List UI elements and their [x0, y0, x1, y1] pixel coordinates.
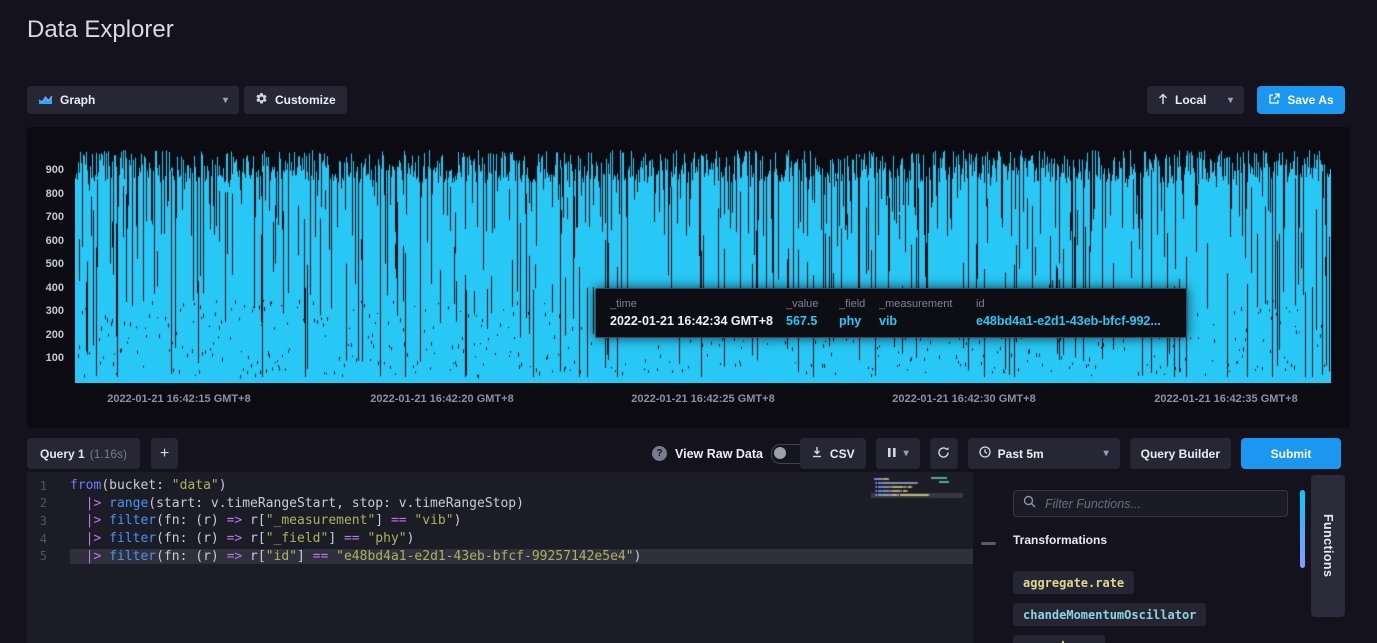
chevron-down-icon: ▾ [1104, 448, 1109, 459]
save-as-label: Save As [1287, 93, 1333, 107]
customize-label: Customize [275, 93, 336, 107]
line-number: 2 [27, 496, 70, 510]
time-range-label: Past 5m [998, 447, 1044, 461]
customize-button[interactable]: Customize [244, 86, 347, 114]
query-duration: (1.16s) [90, 447, 127, 461]
x-tick-label: 2022-01-21 16:42:25 GMT+8 [631, 393, 774, 405]
page-title: Data Explorer [27, 16, 174, 44]
data-explorer-page: Data Explorer Graph ▾ Customize Local ▾ [0, 0, 1377, 643]
gear-icon [255, 92, 268, 108]
x-axis: 2022-01-21 16:42:15 GMT+8 2022-01-21 16:4… [27, 127, 1350, 428]
graph-icon [38, 93, 53, 108]
x-tick-label: 2022-01-21 16:42:30 GMT+8 [892, 393, 1035, 405]
visualization-type-dropdown[interactable]: Graph ▾ [27, 86, 239, 114]
csv-label: CSV [830, 447, 855, 461]
functions-scrollbar[interactable] [1300, 490, 1305, 568]
arrow-up-icon [1158, 93, 1168, 108]
function-item[interactable]: chandeMomentumOscillator [1013, 603, 1206, 626]
x-tick-label: 2022-01-21 16:42:35 GMT+8 [1154, 393, 1297, 405]
submit-label: Submit [1271, 447, 1312, 461]
line-number: 5 [27, 549, 70, 563]
download-icon [811, 446, 823, 461]
clock-icon [979, 446, 991, 461]
editor-minimap[interactable] [871, 474, 963, 634]
function-search-input[interactable] [1043, 496, 1278, 512]
query-controls: CSV ▾ Past 5m ▾ Query Bui [800, 438, 1341, 469]
tooltip-column: _measurementvib [879, 298, 976, 328]
tooltip-column: id e48bd4a1-e2d1-43eb-bfcf-992... [976, 298, 1162, 328]
line-number: 1 [27, 479, 70, 493]
function-item[interactable]: covariance [1013, 635, 1105, 643]
code-text: |> filter(fn: (r) => r["_measurement"] =… [70, 513, 973, 528]
code-line[interactable]: 3 |> filter(fn: (r) => r["_measurement"]… [27, 512, 973, 530]
code-text: |> filter(fn: (r) => r["_field"] == "phy… [70, 531, 973, 546]
tooltip-column: _fieldphy [839, 298, 879, 328]
flux-script-editor[interactable]: 1from(bucket: "data")2 |> range(start: v… [27, 472, 973, 643]
time-range-dropdown[interactable]: Past 5m ▾ [968, 438, 1120, 469]
visualization-type-label: Graph [60, 93, 95, 107]
tooltip-column-header: _field [839, 298, 879, 310]
export-icon [1268, 93, 1280, 108]
pause-refresh-button[interactable]: ▾ [876, 438, 920, 469]
code-line[interactable]: 5 |> filter(fn: (r) => r["id"] == "e48bd… [27, 547, 973, 565]
tooltip-value: phy [839, 314, 879, 328]
x-tick-label: 2022-01-21 16:42:15 GMT+8 [107, 393, 250, 405]
query-tab-name: Query 1 [40, 447, 85, 461]
function-item[interactable]: aggregate.rate [1013, 571, 1134, 594]
code-text: |> filter(fn: (r) => r["id"] == "e48bd4a… [70, 549, 973, 564]
query-builder-button[interactable]: Query Builder [1130, 438, 1231, 469]
toggle-knob [774, 447, 786, 459]
query-builder-label: Query Builder [1141, 447, 1220, 461]
code-text: |> range(start: v.timeRangeStart, stop: … [70, 496, 973, 511]
code-text: from(bucket: "data") [70, 478, 973, 493]
functions-side-tab[interactable]: Functions [1311, 475, 1345, 617]
add-query-button[interactable]: + [151, 438, 178, 469]
refresh-button[interactable] [930, 438, 958, 469]
tooltip-column: _time 2022-01-21 16:42:34 GMT+8 [610, 298, 786, 328]
tooltip-value: e48bd4a1-e2d1-43eb-bfcf-992... [976, 314, 1162, 328]
submit-button[interactable]: Submit [1241, 438, 1341, 469]
panel-resize-handle[interactable] [981, 542, 996, 545]
chart-tooltip: _time 2022-01-21 16:42:34 GMT+8_value 567.… [595, 288, 1187, 338]
tooltip-column: _value 567.5 [786, 298, 839, 328]
toolbar: Graph ▾ Customize Local ▾ Save As [27, 86, 1350, 114]
query-tab[interactable]: Query 1 (1.16s) [27, 438, 140, 469]
tooltip-value: vib [879, 314, 976, 328]
code-line[interactable]: 4 |> filter(fn: (r) => r["_field"] == "p… [27, 530, 973, 548]
tooltip-value: 567.5 [786, 314, 839, 328]
tooltip-value: 2022-01-21 16:42:34 GMT+8 [610, 314, 786, 328]
view-raw-data-label: View Raw Data [675, 447, 763, 461]
line-number: 4 [27, 532, 70, 546]
chevron-down-icon: ▾ [223, 95, 228, 106]
function-search-box[interactable] [1013, 490, 1288, 517]
functions-list: aggregate.rate chandeMomentumOscillator co… [1013, 571, 1206, 643]
chevron-down-icon: ▾ [1228, 95, 1233, 106]
refresh-icon [937, 446, 950, 462]
search-icon [1023, 495, 1036, 513]
tooltip-column-header: _value [786, 298, 839, 310]
code-line[interactable]: 2 |> range(start: v.timeRangeStart, stop… [27, 495, 973, 513]
code-lines: 1from(bucket: "data")2 |> range(start: v… [27, 477, 973, 565]
save-location-dropdown[interactable]: Local ▾ [1147, 86, 1244, 114]
save-as-button[interactable]: Save As [1257, 86, 1345, 114]
save-location-label: Local [1175, 93, 1206, 107]
download-csv-button[interactable]: CSV [800, 438, 866, 469]
line-number: 3 [27, 514, 70, 528]
help-icon[interactable]: ? [652, 446, 667, 461]
functions-panel: Transformations aggregate.rate chandeMome… [1005, 472, 1307, 643]
functions-category-label: Transformations [1013, 533, 1107, 547]
tooltip-column-header: _time [610, 298, 786, 310]
chart-panel: 900800700600500400300200100 2022-01-21 1… [27, 127, 1350, 428]
pause-icon [887, 447, 897, 461]
functions-side-tab-label: Functions [1321, 514, 1335, 577]
query-bar: Query 1 (1.16s) + ? View Raw Data CSV ▾ [27, 438, 1350, 469]
view-raw-data-group: ? View Raw Data [652, 438, 807, 469]
chevron-down-icon: ▾ [904, 448, 909, 459]
code-line[interactable]: 1from(bucket: "data") [27, 477, 973, 495]
tooltip-column-header: _measurement [879, 298, 976, 310]
x-tick-label: 2022-01-21 16:42:20 GMT+8 [370, 393, 513, 405]
tooltip-column-header: id [976, 298, 1162, 310]
